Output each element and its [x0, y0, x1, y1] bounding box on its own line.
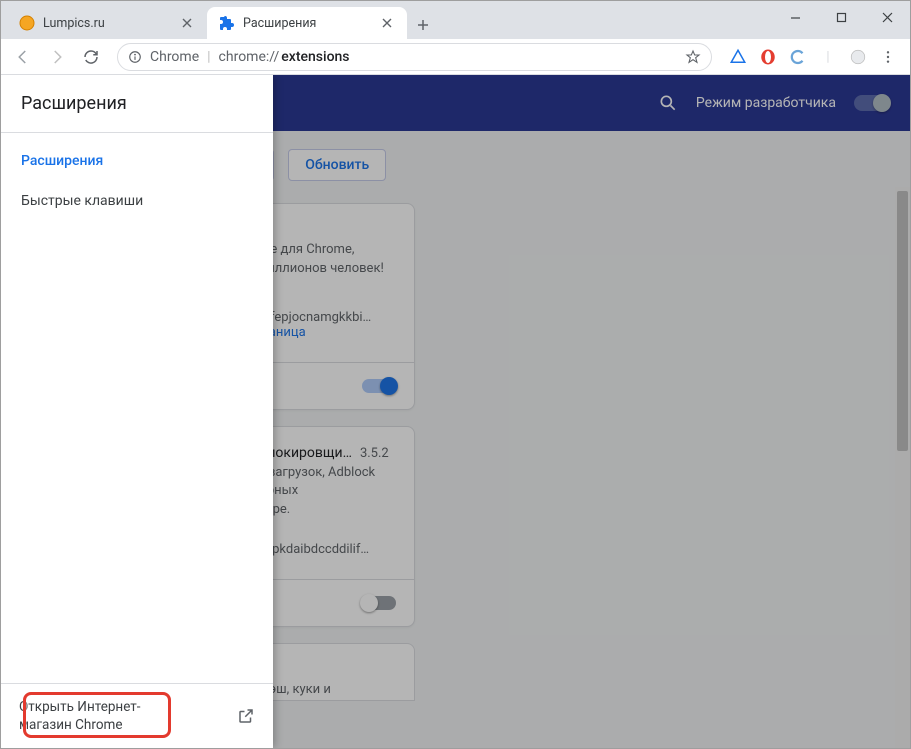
bookmark-icon[interactable] [685, 49, 701, 65]
menu-drawer: Расширения Расширения Быстрые клавиши От… [1, 75, 273, 748]
extension-icons: | [724, 47, 902, 67]
url-scheme: Chrome [150, 49, 199, 65]
drawer-item-extensions[interactable]: Расширения [1, 141, 273, 181]
content: Режим разработчика ние Упаковать расшире… [1, 75, 910, 748]
drawer-item-shortcuts[interactable]: Быстрые клавиши [1, 181, 273, 221]
tab-label: Расширения [243, 16, 371, 31]
close-icon[interactable] [379, 15, 395, 31]
tab-lumpics[interactable]: Lumpics.ru [7, 7, 207, 39]
ext-c-icon[interactable] [788, 47, 808, 67]
drawer-nav: Расширения Быстрые клавиши [1, 133, 273, 229]
puzzle-icon [219, 15, 235, 31]
close-icon[interactable] [179, 15, 195, 31]
forward-button[interactable] [43, 43, 71, 71]
reload-button[interactable] [77, 43, 105, 71]
minimize-button[interactable] [772, 1, 818, 33]
open-external-icon[interactable] [237, 707, 255, 725]
window-controls [772, 1, 910, 39]
close-button[interactable] [864, 1, 910, 33]
ext-triangle-icon[interactable] [728, 47, 748, 67]
maximize-button[interactable] [818, 1, 864, 33]
tab-label: Lumpics.ru [43, 16, 171, 31]
titlebar: Lumpics.ru Расширения [1, 1, 910, 39]
browser-window: Lumpics.ru Расширения [0, 0, 911, 749]
security-icon [128, 50, 142, 64]
toolbar: Chrome | chrome://extensions | [1, 39, 910, 75]
tab-extensions[interactable]: Расширения [207, 7, 407, 39]
menu-dots-icon[interactable] [878, 47, 898, 67]
address-bar[interactable]: Chrome | chrome://extensions [117, 43, 712, 71]
tab-strip: Lumpics.ru Расширения [1, 1, 437, 39]
drawer-title: Расширения [1, 75, 273, 133]
url-host: chrome:// [219, 49, 280, 65]
new-tab-button[interactable] [409, 11, 437, 39]
favicon-orange-icon [19, 15, 35, 31]
profile-globe-icon[interactable] [848, 47, 868, 67]
back-button[interactable] [9, 43, 37, 71]
url-path: extensions [281, 49, 349, 65]
highlight-annotation [23, 692, 171, 738]
ext-opera-icon[interactable] [758, 47, 778, 67]
